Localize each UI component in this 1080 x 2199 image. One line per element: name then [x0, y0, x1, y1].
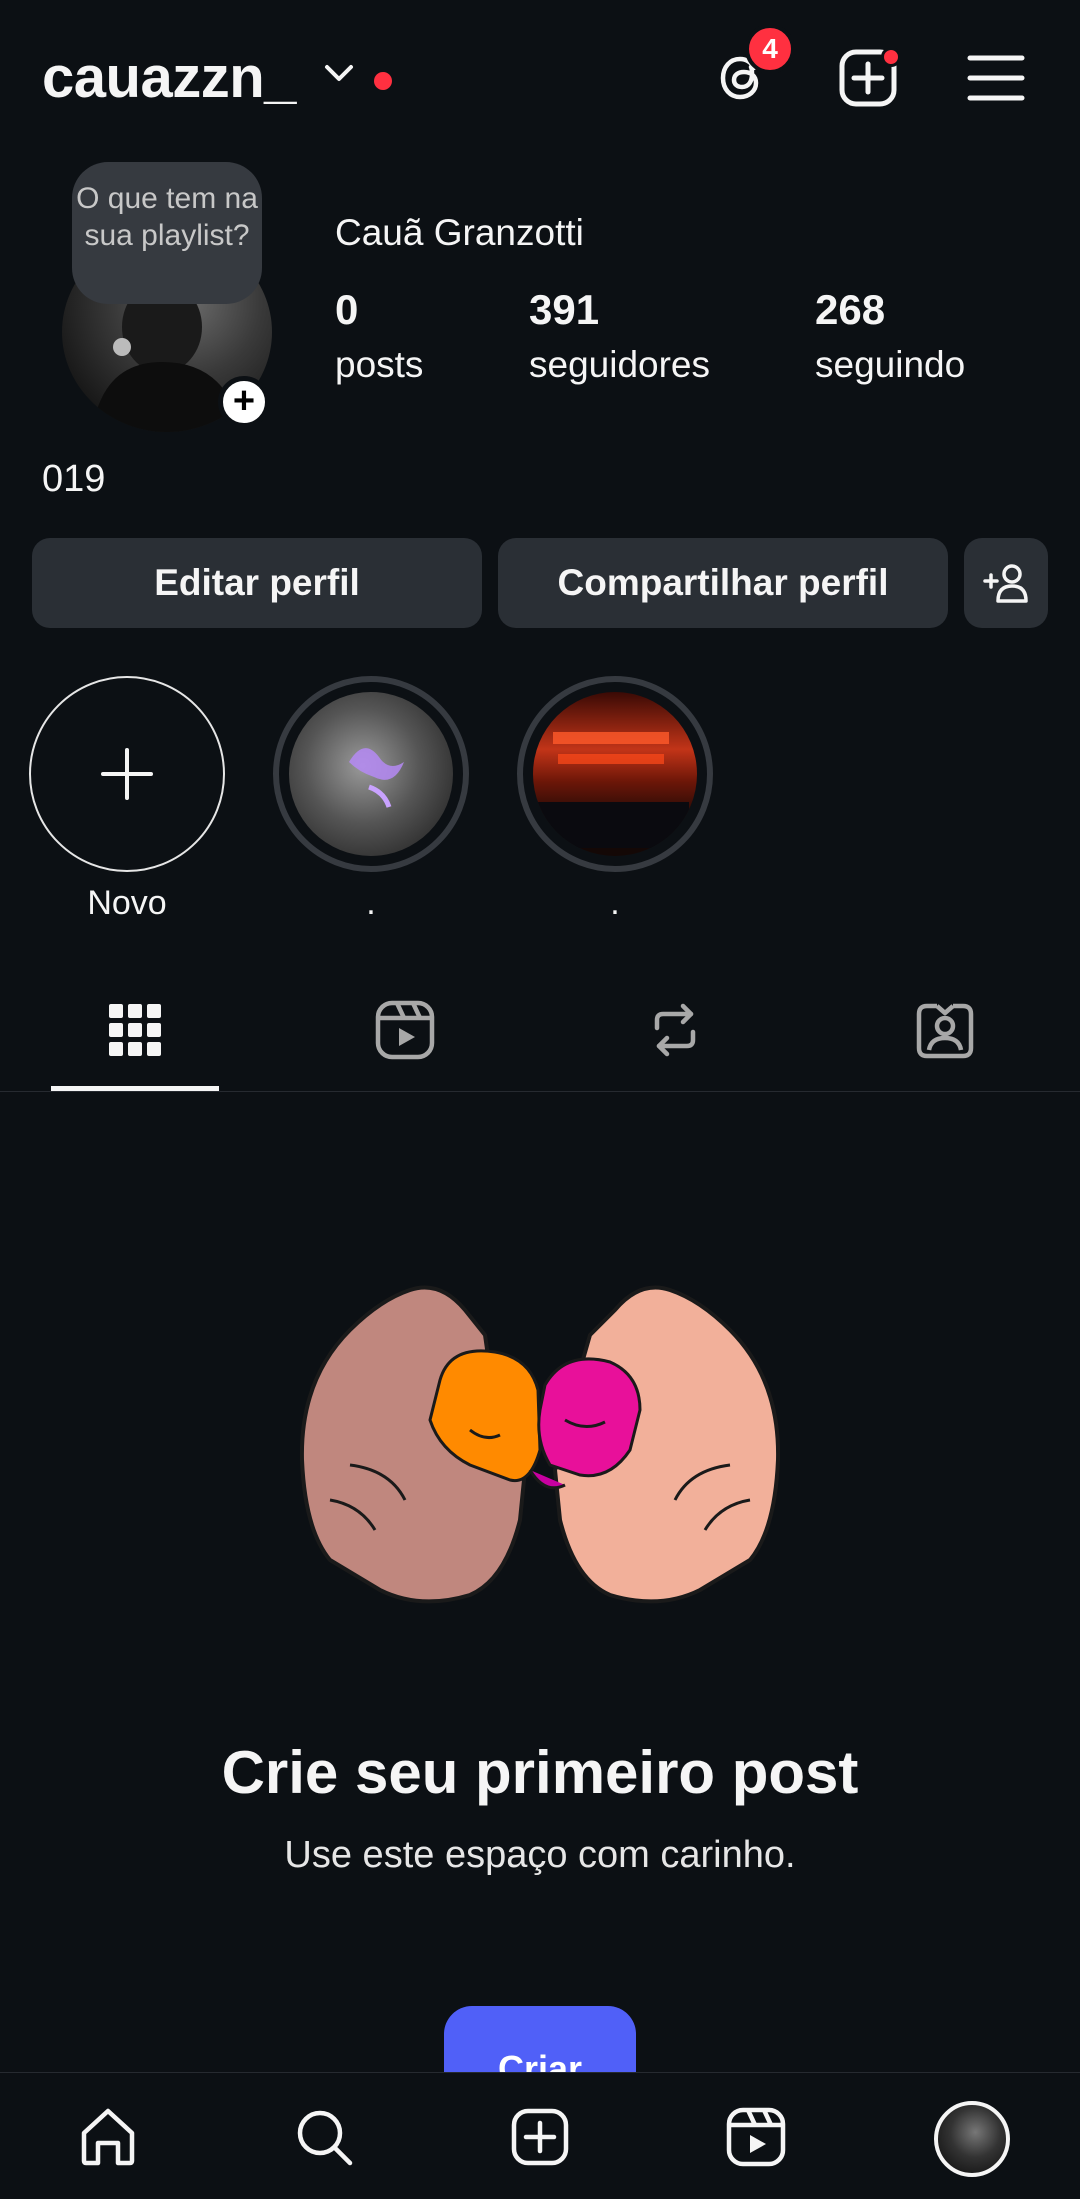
home-icon[interactable] — [76, 2105, 140, 2169]
highlight-new[interactable]: Novo — [29, 676, 225, 923]
followers-stat[interactable]: 391 seguidores — [529, 286, 710, 386]
tagged-icon[interactable] — [913, 998, 977, 1062]
active-tab-indicator — [51, 1086, 219, 1091]
edit-profile-button[interactable]: Editar perfil — [32, 538, 482, 628]
top-bar: cauazzn_ 4 — [0, 0, 1080, 160]
username[interactable]: cauazzn_ — [42, 44, 296, 111]
following-stat[interactable]: 268 seguindo — [815, 286, 965, 386]
highlight-ring — [273, 676, 469, 872]
chevron-down-icon[interactable] — [324, 62, 354, 84]
threads-badge: 4 — [745, 24, 795, 74]
reels-icon[interactable] — [373, 998, 437, 1062]
empty-state-subtitle: Use este espaço com carinho. — [284, 1834, 796, 1876]
bottom-nav — [0, 2072, 1080, 2199]
reels-icon[interactable] — [724, 2105, 788, 2169]
highlight-item[interactable]: . — [517, 676, 713, 923]
followers-label: seguidores — [529, 344, 711, 385]
following-count: 268 — [815, 286, 886, 333]
posts-label: posts — [335, 344, 424, 385]
highlight-label: Novo — [87, 884, 167, 922]
followers-count: 391 — [529, 286, 600, 333]
highlight-new-ring — [29, 676, 225, 872]
create-icon[interactable] — [508, 2105, 572, 2169]
highlight-ring — [517, 676, 713, 872]
reposts-icon[interactable] — [643, 998, 707, 1062]
full-name: Cauã Granzotti — [335, 212, 584, 253]
posts-count: 0 — [335, 286, 359, 333]
note-bubble[interactable]: O que tem na sua playlist? — [72, 162, 262, 304]
highlight-cover — [533, 692, 697, 856]
profile-avatar[interactable] — [934, 2101, 1010, 2177]
profile-tabs — [0, 960, 1080, 1092]
bio: 019 — [42, 458, 106, 500]
posts-stat[interactable]: 0 posts — [335, 286, 423, 386]
discover-people-button[interactable] — [964, 538, 1048, 628]
search-icon[interactable] — [292, 2105, 356, 2169]
menu-icon[interactable] — [964, 46, 1028, 110]
following-label: seguindo — [815, 344, 966, 385]
plus-icon — [101, 748, 153, 800]
grid-icon[interactable] — [103, 998, 167, 1062]
highlight-label: . — [610, 884, 620, 922]
heart-hands-illustration — [299, 1285, 781, 1604]
add-person-icon — [983, 564, 1028, 603]
highlight-item[interactable]: . — [273, 676, 469, 923]
highlight-label: . — [366, 884, 376, 922]
empty-state-title: Crie seu primeiro post — [221, 1739, 859, 1806]
share-profile-button[interactable]: Compartilhar perfil — [498, 538, 948, 628]
add-story-button[interactable]: + — [218, 376, 270, 428]
account-notification-dot — [374, 72, 392, 90]
add-post-notification-dot — [881, 47, 901, 67]
highlight-cover — [289, 692, 453, 856]
